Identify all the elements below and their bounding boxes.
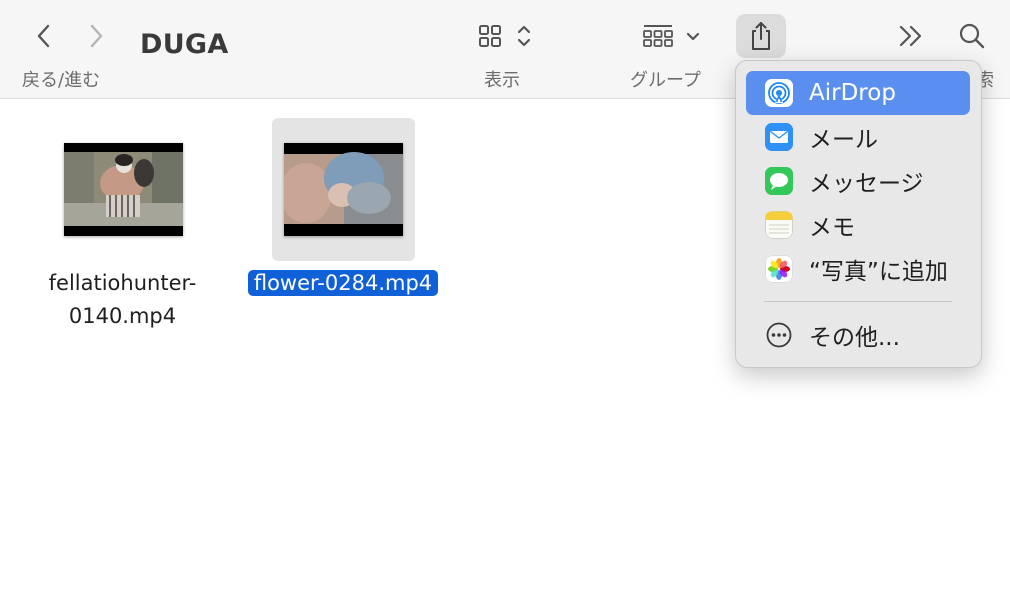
share-menu-item-label: その他... (809, 325, 900, 351)
video-thumbnail (63, 142, 183, 236)
share-menu-item-photos[interactable]: “写真”に追加 (746, 247, 970, 291)
share-menu-item-label: メッセージ (809, 171, 924, 197)
window-title: DUGA (140, 29, 229, 60)
video-thumbnail (284, 143, 403, 236)
chevron-right-icon (90, 24, 103, 48)
notes-icon (765, 211, 793, 239)
finder-window: 戻る/進む DUGA 表示 グループ 索 fellatiohunter-0140… (0, 0, 1010, 614)
nav-label: 戻る/進む (22, 70, 101, 91)
view-label: 表示 (484, 70, 520, 91)
share-menu-item-messages[interactable]: メッセージ (746, 159, 970, 203)
more-circle-icon (765, 321, 793, 349)
group-label: グループ (630, 70, 701, 91)
double-chevron-right-icon (899, 25, 922, 47)
view-mode-button[interactable] (470, 17, 540, 55)
photos-icon (765, 255, 793, 283)
chevron-left-icon (37, 24, 50, 48)
share-menu-item-label: AirDrop (809, 80, 896, 106)
group-button[interactable] (636, 17, 710, 55)
group-grid-icon (643, 25, 700, 47)
share-menu-item-more[interactable]: その他... (746, 313, 970, 357)
file-thumbnail-container[interactable] (272, 118, 415, 261)
share-menu-item-label: メール (809, 127, 878, 153)
file-name[interactable]: fellatiohunter-0140.mp4 (15, 267, 230, 333)
search-button[interactable] (952, 16, 992, 56)
share-icon (752, 22, 770, 50)
airdrop-icon (765, 79, 793, 107)
messages-icon (765, 167, 793, 195)
forward-button[interactable] (78, 18, 114, 54)
share-menu-item-airdrop[interactable]: AirDrop (746, 71, 970, 115)
share-menu-item-notes[interactable]: メモ (746, 203, 970, 247)
toolbar-overflow-button[interactable] (892, 18, 932, 54)
menu-separator (764, 301, 952, 302)
share-menu-item-label: “写真”に追加 (809, 259, 948, 285)
share-menu: AirDrop メール メッセージ メモ “写真”に追加 その他... (735, 60, 982, 368)
back-button[interactable] (26, 18, 62, 54)
mail-icon (765, 123, 793, 151)
file-thumbnail-container[interactable] (54, 120, 192, 258)
share-menu-item-mail[interactable]: メール (746, 115, 970, 159)
search-icon (959, 23, 985, 49)
share-button[interactable] (736, 14, 786, 58)
file-name-selected[interactable]: flower-0284.mp4 (232, 267, 454, 300)
icon-grid-icon (479, 25, 531, 47)
share-menu-item-label: メモ (809, 215, 855, 241)
